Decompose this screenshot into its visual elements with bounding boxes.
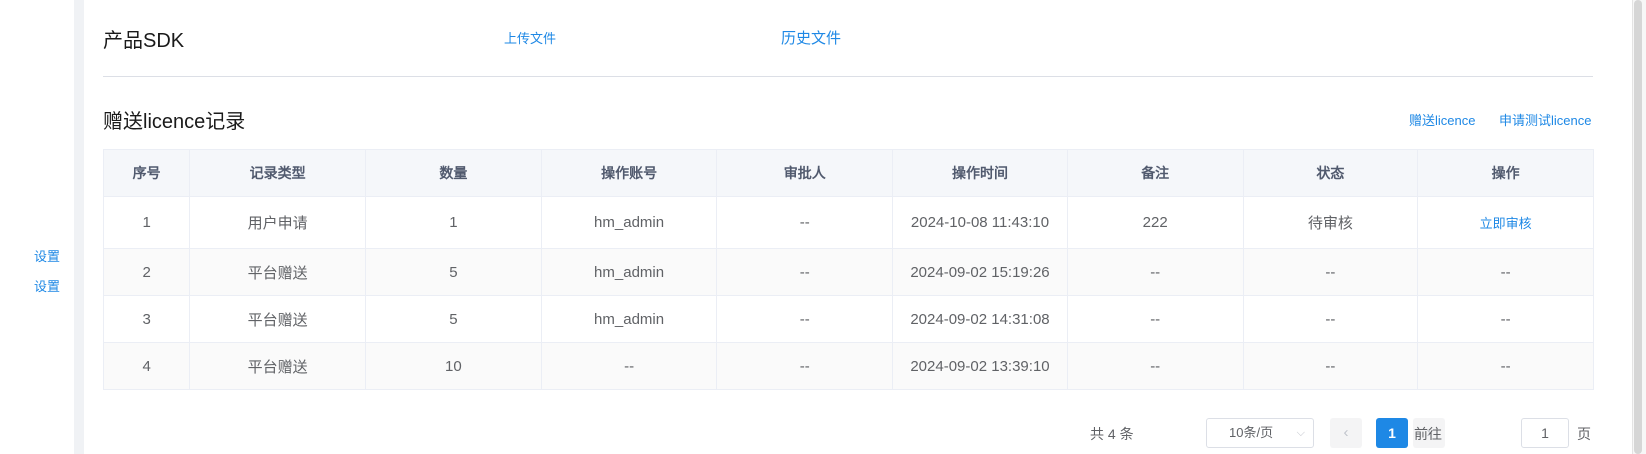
cell-account: hm_admin xyxy=(540,295,718,343)
page-1-button[interactable]: 1 xyxy=(1376,418,1408,448)
table-row: 3 平台赠送 5 hm_admin -- 2024-09-02 14:31:08… xyxy=(102,295,1594,343)
cell-index: 3 xyxy=(102,295,191,343)
licence-records-table: 序号 记录类型 数量 操作账号 审批人 操作时间 备注 状态 操作 1 用户申请… xyxy=(102,149,1594,390)
layout-gutter xyxy=(74,0,84,454)
chevron-down-icon: ⌵ xyxy=(1296,427,1305,439)
goto-label: 前往 xyxy=(1414,426,1442,442)
cell-time: 2024-09-02 13:39:10 xyxy=(892,342,1068,390)
cell-action: -- xyxy=(1417,248,1594,296)
cell-quantity: 5 xyxy=(365,248,542,296)
upload-file-link[interactable]: 上传文件 xyxy=(504,28,556,47)
col-header-approver: 审批人 xyxy=(716,149,894,197)
cell-remark: -- xyxy=(1066,342,1244,390)
section-title: 赠送licence记录 xyxy=(103,111,246,133)
cell-account: hm_admin xyxy=(540,196,718,249)
goto-page-input[interactable]: 1 xyxy=(1521,418,1569,448)
col-header-status: 状态 xyxy=(1242,149,1419,197)
table-row: 2 平台赠送 5 hm_admin -- 2024-09-02 15:19:26… xyxy=(102,248,1594,296)
cell-action: -- xyxy=(1417,295,1594,343)
cell-remark: -- xyxy=(1066,248,1244,296)
cell-approver: -- xyxy=(716,342,894,390)
scrollbar-thumb[interactable] xyxy=(1634,0,1642,454)
cell-time: 2024-09-02 14:31:08 xyxy=(892,295,1068,343)
cell-index: 1 xyxy=(102,196,191,249)
cell-action: 立即审核 xyxy=(1417,196,1594,249)
apply-trial-licence-link[interactable]: 申请测试licence xyxy=(1499,110,1591,129)
col-header-time: 操作时间 xyxy=(892,149,1068,197)
cell-index: 2 xyxy=(102,248,191,296)
cell-time: 2024-10-08 11:43:10 xyxy=(892,196,1068,249)
cell-type: 平台赠送 xyxy=(189,342,366,390)
cell-type: 平台赠送 xyxy=(189,295,366,343)
cell-status: -- xyxy=(1242,248,1419,296)
table-row: 1 用户申请 1 hm_admin -- 2024-10-08 11:43:10… xyxy=(102,196,1594,249)
history-files-link[interactable]: 历史文件 xyxy=(781,27,841,48)
cell-account: hm_admin xyxy=(540,248,718,296)
cell-status: 待审核 xyxy=(1242,196,1419,249)
main-content: 产品SDK 上传文件 历史文件 赠送licence记录 赠送licence 申请… xyxy=(84,0,1630,454)
cell-status: -- xyxy=(1242,342,1419,390)
divider xyxy=(103,76,1593,77)
cell-type: 用户申请 xyxy=(189,196,366,249)
left-panel: 设置 设置 xyxy=(0,0,74,454)
col-header-index: 序号 xyxy=(102,149,191,197)
cell-type: 平台赠送 xyxy=(189,248,366,296)
col-header-action: 操作 xyxy=(1417,149,1594,197)
sdk-title: 产品SDK xyxy=(103,30,185,52)
page-size-select[interactable]: 10条/页 ⌵ xyxy=(1206,418,1314,448)
cell-index: 4 xyxy=(102,342,191,390)
cell-remark: -- xyxy=(1066,295,1244,343)
cell-approver: -- xyxy=(716,295,894,343)
settings-link-2[interactable]: 设置 xyxy=(34,276,60,295)
prev-page-button[interactable]: ‹ xyxy=(1330,418,1362,448)
page-size-value: 10条/页 xyxy=(1229,425,1274,440)
cell-quantity: 1 xyxy=(365,196,542,249)
table-header-row: 序号 记录类型 数量 操作账号 审批人 操作时间 备注 状态 操作 xyxy=(102,149,1594,197)
cell-status: -- xyxy=(1242,295,1419,343)
cell-quantity: 5 xyxy=(365,295,542,343)
col-header-account: 操作账号 xyxy=(540,149,718,197)
cell-quantity: 10 xyxy=(365,342,542,390)
cell-approver: -- xyxy=(716,196,894,249)
col-header-quantity: 数量 xyxy=(365,149,542,197)
cell-action: -- xyxy=(1417,342,1594,390)
settings-link-1[interactable]: 设置 xyxy=(34,246,60,265)
review-now-link[interactable]: 立即审核 xyxy=(1480,216,1532,231)
col-header-type: 记录类型 xyxy=(189,149,366,197)
cell-approver: -- xyxy=(716,248,894,296)
cell-remark: 222 xyxy=(1066,196,1244,249)
col-header-remark: 备注 xyxy=(1066,149,1244,197)
cell-time: 2024-09-02 15:19:26 xyxy=(892,248,1068,296)
gift-licence-link[interactable]: 赠送licence xyxy=(1409,110,1475,129)
page-suffix: 页 xyxy=(1577,426,1591,442)
cell-account: -- xyxy=(540,342,718,390)
pagination-total: 共 4 条 xyxy=(1090,426,1134,442)
table-row: 4 平台赠送 10 -- -- 2024-09-02 13:39:10 -- -… xyxy=(102,342,1594,390)
